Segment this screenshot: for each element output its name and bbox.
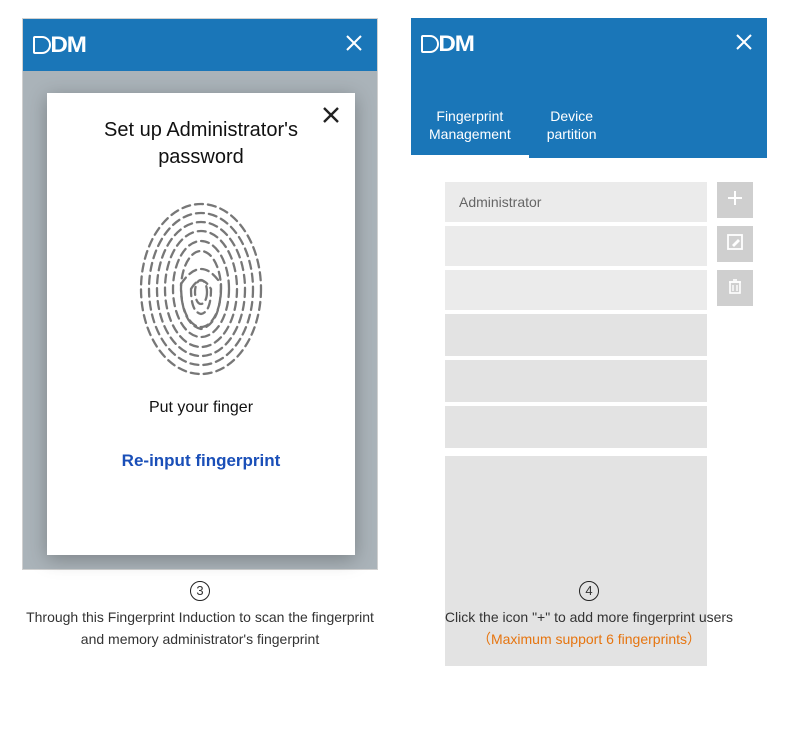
setup-password-dialog: Set up Administrator's password Put your… (47, 93, 355, 555)
list-item[interactable] (445, 314, 707, 356)
titlebar-left: DM (23, 19, 377, 71)
dialog-close-icon[interactable] (321, 103, 341, 129)
fingerprint-icon[interactable] (126, 189, 276, 389)
step-number: 4 (579, 581, 599, 601)
tab-device-partition[interactable]: Device partition (529, 97, 615, 158)
step-number: 3 (190, 581, 210, 601)
caption-step-3: 3 Through this Fingerprint Induction to … (22, 580, 378, 650)
action-buttons (717, 182, 753, 306)
fingerprint-list-body: Administrator (411, 158, 767, 570)
caption-note: （Maximum support 6 fingerprints） (411, 629, 767, 651)
brand-logo: DM (33, 34, 84, 56)
tab-label: Management (429, 126, 511, 142)
tab-label: Device (550, 108, 593, 124)
list-item[interactable] (445, 270, 707, 310)
caption-text: Click the icon "+" to add more fingerpri… (411, 607, 767, 629)
edit-button[interactable] (717, 226, 753, 262)
panel-step-4: DM Fingerprint Management Device partiti… (411, 18, 767, 570)
panel-step-3: DM Set up Administrator's password (22, 18, 378, 570)
caption-text: Through this Fingerprint Induction to sc… (22, 607, 378, 650)
brand-logo: DM (421, 33, 472, 55)
list-item[interactable] (445, 406, 707, 448)
delete-button[interactable] (717, 270, 753, 306)
edit-icon (726, 233, 744, 256)
tab-label: partition (547, 126, 597, 142)
tab-fingerprint-management[interactable]: Fingerprint Management (411, 97, 529, 158)
dialog-title: Set up Administrator's password (65, 117, 337, 171)
reinput-fingerprint-link[interactable]: Re-input fingerprint (122, 451, 281, 471)
instruction-text: Put your finger (149, 399, 253, 417)
add-button[interactable] (717, 182, 753, 218)
tab-label: Fingerprint (436, 108, 503, 124)
list-item[interactable] (445, 226, 707, 266)
titlebar-right: DM Fingerprint Management Device partiti… (411, 18, 767, 158)
close-icon[interactable] (735, 32, 753, 56)
trash-icon (726, 277, 744, 300)
caption-step-4: 4 Click the icon "+" to add more fingerp… (411, 580, 767, 650)
close-icon[interactable] (345, 33, 363, 57)
list-item[interactable]: Administrator (445, 182, 707, 222)
list-item-label: Administrator (459, 194, 541, 210)
list-item[interactable] (445, 360, 707, 402)
plus-icon (725, 188, 745, 213)
tabs: Fingerprint Management Device partition (411, 97, 615, 158)
